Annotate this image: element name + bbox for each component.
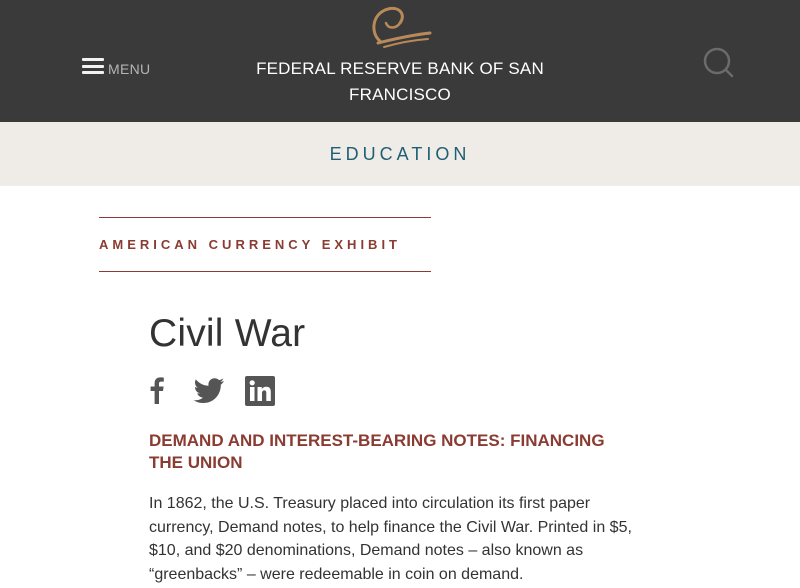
article-body: In 1862, the U.S. Treasury placed into c…	[149, 495, 632, 583]
menu-label: MENU	[108, 61, 151, 77]
hamburger-icon	[82, 56, 104, 76]
menu-button[interactable]: MENU	[82, 52, 150, 80]
bank-logo[interactable]	[366, 3, 434, 49]
exhibit-label[interactable]: AMERICAN CURRENCY EXHIBIT	[99, 218, 431, 270]
page-title: Civil War	[149, 312, 306, 355]
site-header: MENU FEDERAL RESERVE BANK OF SAN FRANCIS…	[0, 0, 800, 122]
article-subtitle: DEMAND AND INTEREST-BEARING NOTES: FINAN…	[149, 431, 605, 472]
facebook-icon[interactable]	[149, 376, 165, 404]
section-bar: EDUCATION	[0, 122, 800, 186]
linkedin-icon[interactable]	[245, 376, 275, 406]
exhibit-heading: AMERICAN CURRENCY EXHIBIT	[99, 217, 431, 272]
search-icon[interactable]	[700, 44, 736, 80]
bank-name[interactable]: FEDERAL RESERVE BANK OF SAN FRANCISCO	[250, 56, 550, 108]
section-title[interactable]: EDUCATION	[0, 122, 800, 186]
twitter-icon[interactable]	[193, 376, 225, 404]
